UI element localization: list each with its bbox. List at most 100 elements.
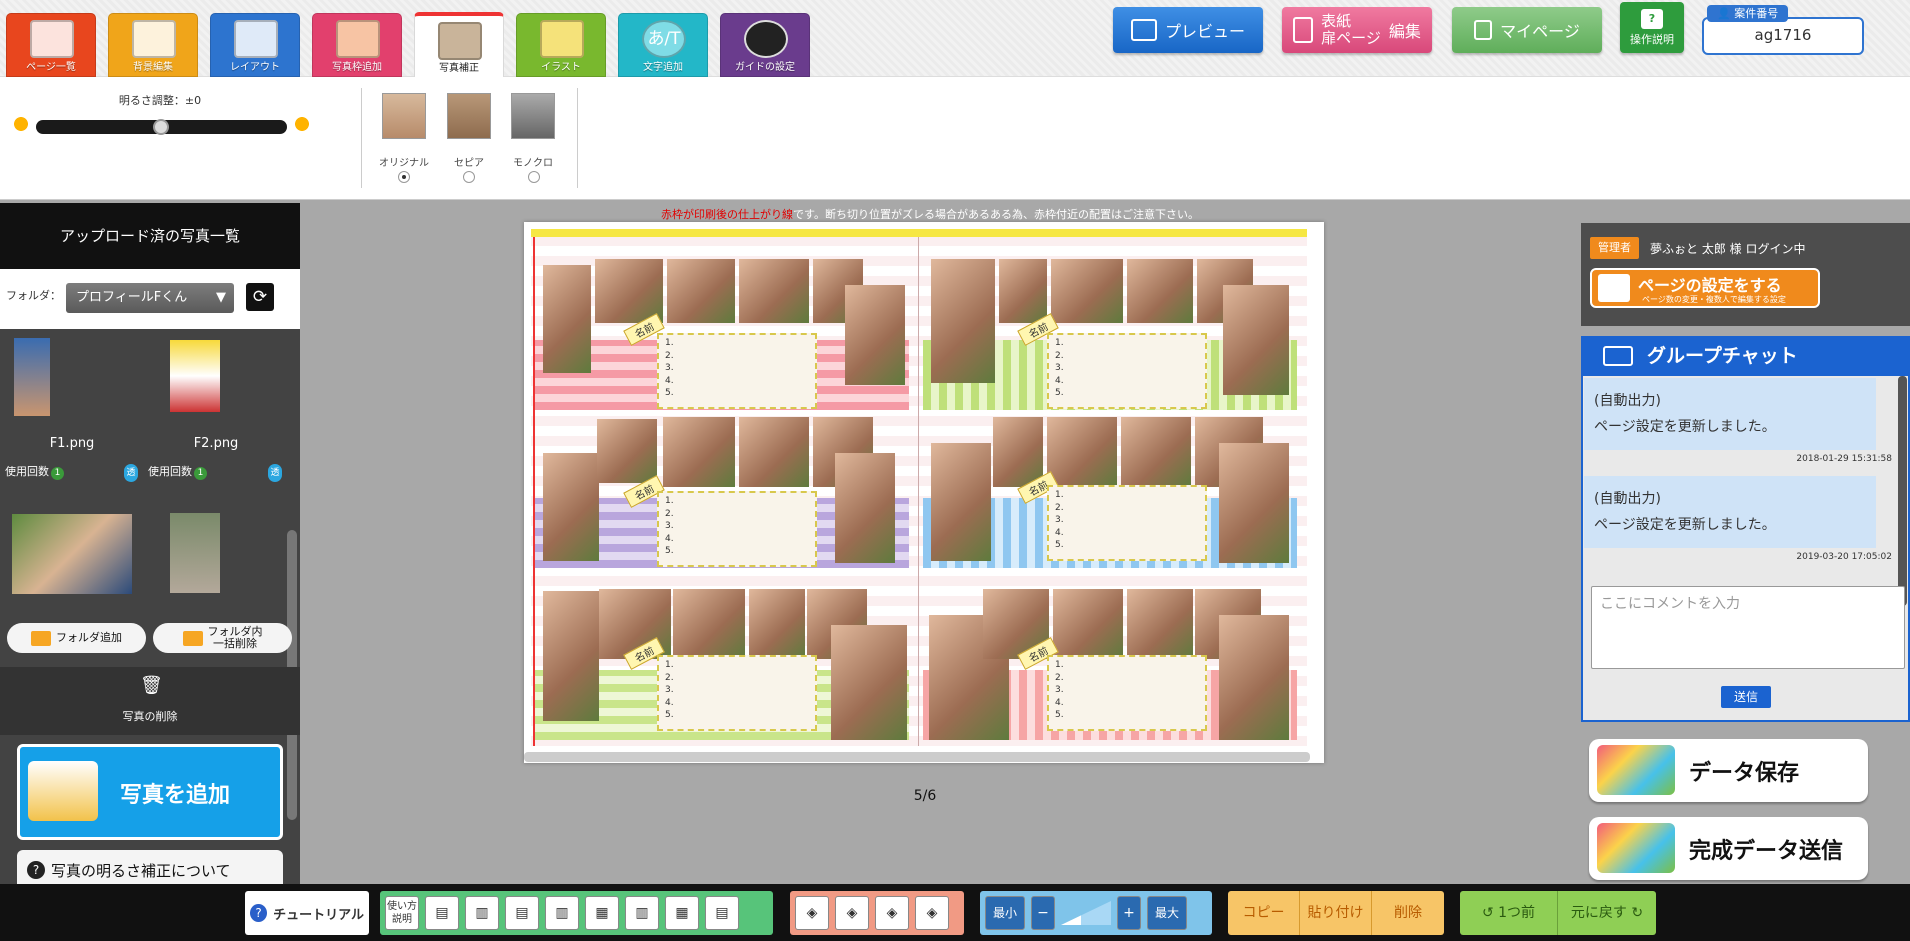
tool-photo-adjust-button[interactable]: 写真補正 — [414, 12, 504, 78]
student-cell[interactable]: 名前 1. 2. 3. 4. 5. — [923, 413, 1297, 568]
transparent-badge[interactable]: 透 — [268, 464, 282, 482]
cover-edit-button[interactable]: 表紙 扉ページ 編集 — [1282, 7, 1432, 53]
align-bottom-icon[interactable]: ▥ — [625, 896, 659, 930]
add-photo-button[interactable]: 写真を追加 — [17, 744, 283, 840]
student-photo[interactable] — [835, 453, 895, 563]
align-center-icon[interactable]: ▥ — [465, 896, 499, 930]
student-photo[interactable] — [543, 453, 599, 561]
copy-button[interactable]: コピー — [1228, 891, 1300, 935]
brightness-help-button[interactable]: ? 写真の明るさ補正について — [17, 850, 283, 884]
layer-back-icon[interactable]: ◈ — [915, 896, 949, 930]
student-cell[interactable]: 名前 1. 2. 3. 4. 5. — [923, 255, 1297, 410]
tool-page-list-button[interactable]: ページ一覧 — [6, 13, 96, 77]
student-photo[interactable] — [597, 419, 657, 483]
page-setting-button[interactable]: ページの設定をする ページ数の変更・複数人で編集する設定 — [1590, 268, 1820, 308]
delete-photo-button[interactable]: 🗑 写真の削除 — [0, 667, 300, 735]
refresh-icon[interactable]: ⟳ — [246, 283, 274, 311]
filter-original-thumb[interactable] — [382, 93, 426, 139]
student-photo[interactable] — [739, 259, 809, 323]
profile-list-box[interactable]: 1. 2. 3. 4. 5. — [657, 491, 817, 567]
tool-illustration-button[interactable]: イラスト — [516, 13, 606, 77]
page-spread[interactable]: 名前 1. 2. 3. 4. 5. 名前 1. 2. 3. 4. 5. 名前 1. 2. 3. 4. 5… — [524, 222, 1324, 763]
distribute-vertical-icon[interactable]: ▤ — [705, 896, 739, 930]
tool-guide-button[interactable]: ガイドの設定 — [720, 13, 810, 77]
help-button[interactable]: ? 操作説明 — [1620, 2, 1684, 53]
layer-front-icon[interactable]: ◈ — [795, 896, 829, 930]
student-photo[interactable] — [1127, 589, 1193, 659]
tool-background-button[interactable]: 背景編集 — [108, 13, 198, 77]
filter-sepia-thumb[interactable] — [447, 93, 491, 139]
delete-button[interactable]: 削除 — [1372, 891, 1444, 935]
student-photo[interactable] — [831, 625, 907, 740]
photo-thumb-f2[interactable] — [170, 340, 220, 412]
tutorial-button[interactable]: ? チュートリアル — [245, 891, 369, 935]
redo-button[interactable]: 元に戻す ↻ — [1558, 891, 1656, 935]
profile-list-box[interactable]: 1. 2. 3. 4. 5. — [1047, 485, 1207, 561]
photo-thumb[interactable] — [12, 514, 132, 594]
canvas-horizontal-scrollbar[interactable] — [524, 752, 1310, 762]
student-photo[interactable] — [667, 259, 735, 323]
folder-delete-all-button[interactable]: フォルダ内 一括削除 — [153, 623, 292, 653]
student-photo[interactable] — [543, 591, 599, 721]
zoom-level-bars[interactable] — [1061, 901, 1111, 925]
student-photo[interactable] — [999, 259, 1047, 323]
undo-button[interactable]: ↺ 1つ前 — [1460, 891, 1558, 935]
save-data-button[interactable]: データ保存 — [1589, 739, 1868, 802]
transparent-badge[interactable]: 透 — [124, 464, 138, 482]
chat-scrollbar[interactable] — [1898, 376, 1907, 606]
align-left-icon[interactable]: ▤ — [425, 896, 459, 930]
zoom-in-icon[interactable]: + — [1117, 896, 1141, 930]
tool-photo-frame-button[interactable]: 写真枠追加 — [312, 13, 402, 77]
profile-list-box[interactable]: 1. 2. 3. 4. 5. — [1047, 333, 1207, 409]
student-photo[interactable] — [1121, 417, 1191, 487]
tool-text-button[interactable]: あ/T 文字追加 — [618, 13, 708, 77]
zoom-min-button[interactable]: 最小 — [985, 896, 1025, 930]
profile-list-box[interactable]: 1. 2. 3. 4. 5. — [657, 655, 817, 731]
student-photo[interactable] — [663, 417, 735, 487]
filter-mono-radio[interactable] — [528, 171, 540, 183]
student-photo[interactable] — [993, 417, 1043, 487]
paste-button[interactable]: 貼り付け — [1300, 891, 1372, 935]
student-photo[interactable] — [1051, 259, 1123, 323]
zoom-max-button[interactable]: 最大 — [1147, 896, 1187, 930]
profile-list-box[interactable]: 1. 2. 3. 4. 5. — [657, 333, 817, 409]
folder-select[interactable]: プロフィールFくん ▼ — [66, 283, 234, 313]
student-photo[interactable] — [845, 285, 905, 385]
student-photo[interactable] — [739, 417, 809, 487]
distribute-horizontal-icon[interactable]: ▦ — [665, 896, 699, 930]
student-photo[interactable] — [1053, 589, 1123, 659]
submit-data-button[interactable]: 完成データ送信 — [1589, 817, 1868, 880]
photo-thumb-f1[interactable] — [14, 338, 50, 416]
layer-backward-icon[interactable]: ◈ — [875, 896, 909, 930]
student-photo[interactable] — [1047, 417, 1117, 487]
tool-layout-button[interactable]: レイアウト — [210, 13, 300, 77]
usage-button[interactable]: 使い方 説明 — [385, 896, 419, 930]
filter-sepia-radio[interactable] — [463, 171, 475, 183]
student-photo[interactable] — [1219, 615, 1289, 740]
photo-thumb[interactable] — [170, 513, 220, 593]
student-cell[interactable]: 名前 1. 2. 3. 4. 5. — [535, 255, 909, 410]
student-cell[interactable]: 名前 1. 2. 3. 4. 5. — [535, 413, 909, 568]
brightness-slider-knob[interactable] — [153, 119, 169, 135]
mypage-button[interactable]: マイページ — [1452, 7, 1602, 53]
student-photo[interactable] — [931, 443, 991, 561]
send-button[interactable]: 送信 — [1721, 686, 1771, 708]
student-photo[interactable] — [543, 265, 591, 373]
profile-list-box[interactable]: 1. 2. 3. 4. 5. — [1047, 655, 1207, 731]
student-photo[interactable] — [749, 589, 805, 659]
student-photo[interactable] — [1219, 443, 1289, 563]
zoom-out-icon[interactable]: − — [1031, 896, 1055, 930]
student-photo[interactable] — [595, 259, 663, 323]
student-photo[interactable] — [1127, 259, 1193, 323]
student-photo[interactable] — [1223, 285, 1289, 395]
student-cell[interactable]: 名前 1. 2. 3. 4. 5. — [535, 585, 909, 740]
student-cell[interactable]: 名前 1. 2. 3. 4. 5. — [923, 585, 1297, 740]
layer-forward-icon[interactable]: ◈ — [835, 896, 869, 930]
align-top-icon[interactable]: ▥ — [545, 896, 579, 930]
align-middle-icon[interactable]: ▦ — [585, 896, 619, 930]
student-photo[interactable] — [673, 589, 745, 659]
preview-button[interactable]: プレビュー — [1113, 7, 1263, 53]
student-photo[interactable] — [931, 259, 995, 383]
comment-input[interactable]: ここにコメントを入力 — [1591, 586, 1905, 669]
folder-add-button[interactable]: フォルダ追加 — [7, 623, 146, 653]
